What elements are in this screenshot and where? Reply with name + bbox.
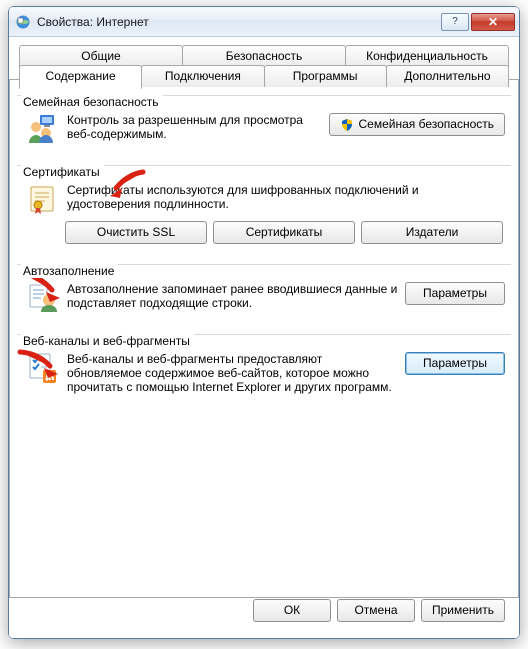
autocomplete-icon [27, 282, 59, 314]
feeds-icon [27, 352, 59, 384]
group-family-safety: Семейная безопасность Контро [17, 87, 511, 151]
help-button[interactable]: ? [441, 13, 469, 31]
certificate-icon [27, 183, 59, 215]
feeds-text: Веб-каналы и веб-фрагменты предоставляют… [67, 352, 405, 394]
titlebar[interactable]: Свойства: Интернет ? ✕ [9, 7, 519, 37]
autocomplete-settings-button[interactable]: Параметры [405, 282, 505, 305]
group-title-family: Семейная безопасность [21, 95, 163, 109]
tab-connections[interactable]: Подключения [141, 65, 264, 87]
group-title-certs: Сертификаты [21, 165, 104, 179]
dialog-window: Свойства: Интернет ? ✕ Общие Безопасност… [8, 6, 520, 639]
family-safety-button[interactable]: Семейная безопасность [329, 113, 505, 136]
tab-advanced[interactable]: Дополнительно [386, 65, 509, 87]
group-title-feeds: Веб-каналы и веб-фрагменты [21, 334, 194, 348]
tab-content[interactable]: Содержание [19, 65, 142, 89]
group-title-autocomplete: Автозаполнение [21, 264, 118, 278]
feeds-settings-button[interactable]: Параметры [405, 352, 505, 375]
family-safety-icon [27, 113, 59, 145]
family-safety-button-label: Семейная безопасность [358, 114, 494, 135]
autocomplete-text: Автозаполнение запоминает ранее вводивши… [67, 282, 405, 310]
group-certificates: Сертификаты Сертификаты используются для… [17, 157, 511, 250]
group-feeds: Веб-каналы и веб-фрагменты [17, 326, 511, 400]
tab-privacy[interactable]: Конфиденциальность [345, 45, 509, 67]
cancel-button[interactable]: Отмена [337, 599, 415, 622]
tab-general[interactable]: Общие [19, 45, 183, 67]
tab-strip: Общие Безопасность Конфиденциальность Со… [19, 45, 509, 89]
apply-button[interactable]: Применить [421, 599, 505, 622]
internet-options-icon [15, 14, 31, 30]
publishers-button[interactable]: Издатели [361, 221, 503, 244]
window-title: Свойства: Интернет [37, 15, 439, 29]
dialog-buttons: ОК Отмена Применить [253, 599, 505, 622]
clear-ssl-button[interactable]: Очистить SSL [65, 221, 207, 244]
uac-shield-icon [340, 118, 354, 132]
certificates-text: Сертификаты используются для шифрованных… [67, 183, 505, 211]
close-button[interactable]: ✕ [471, 13, 515, 31]
tab-security[interactable]: Безопасность [182, 45, 346, 67]
group-autocomplete: Автозаполнение Автозаполнение запоминает… [17, 256, 511, 320]
tab-programs[interactable]: Программы [264, 65, 387, 87]
certificates-button[interactable]: Сертификаты [213, 221, 355, 244]
ok-button[interactable]: ОК [253, 599, 331, 622]
family-safety-text: Контроль за разрешенным для просмотра ве… [67, 113, 329, 141]
